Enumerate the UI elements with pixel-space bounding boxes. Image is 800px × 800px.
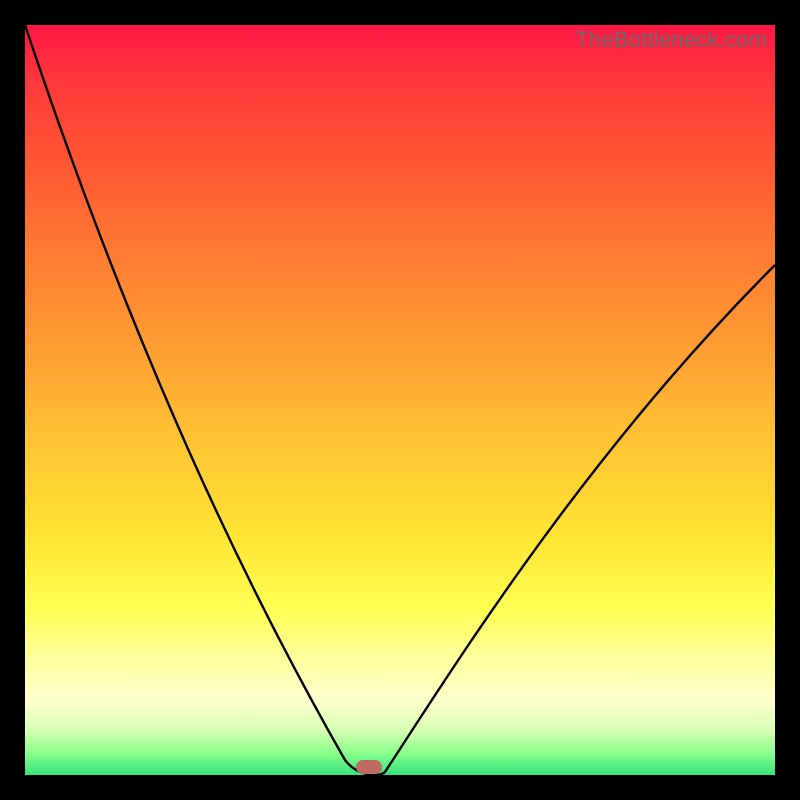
optimal-marker: [356, 760, 382, 774]
curve-right-branch: [385, 265, 775, 772]
chart-plot-area: TheBottleneck.com: [25, 25, 775, 775]
curve-left-branch: [25, 25, 385, 775]
bottleneck-curve: [25, 25, 775, 775]
